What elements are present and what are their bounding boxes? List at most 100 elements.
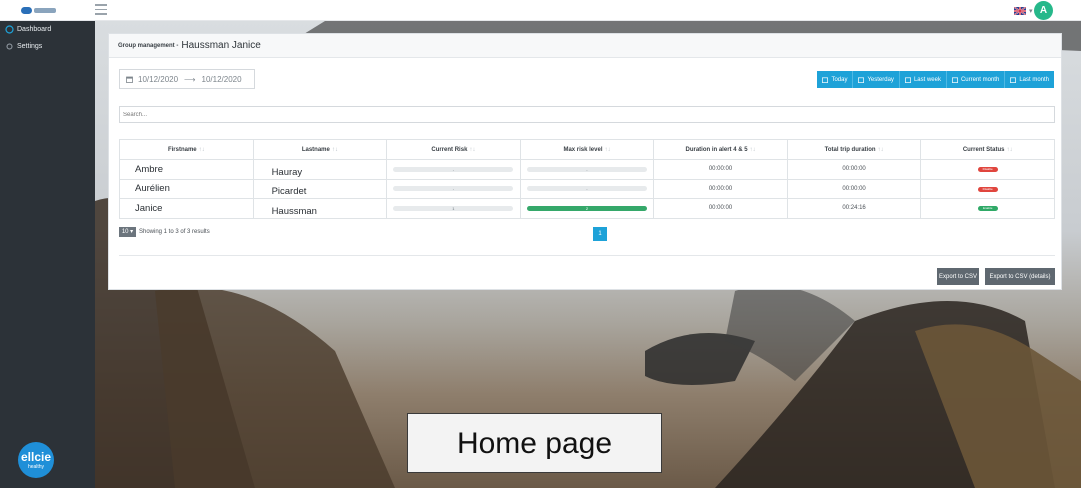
current-risk-bar: 1 [393,205,514,211]
today-button[interactable]: Today [817,71,854,88]
button-label: Last week [913,76,941,83]
gear-icon [6,43,13,50]
results-text: Showing 1 to 3 of 3 results [139,229,210,235]
dashboard-icon [5,25,14,34]
home-page-caption: Home page [407,413,662,473]
firstname: Aurélien [135,183,170,195]
search-input[interactable] [119,106,1055,123]
column-header-lastname[interactable]: Lastname ↑↓ [252,139,388,160]
brand-subtitle: healthy [27,464,45,470]
sidebar-item-label: Dashboard [17,26,52,33]
current-risk-cell: - [386,159,521,180]
button-label: Yesterday [867,76,894,83]
sort-icon: ↑↓ [1006,146,1013,153]
column-label: Current Status [962,146,1005,153]
current-risk-cell: 1 [386,198,521,219]
button-label: Current month [960,76,1000,83]
max-risk-bar: - [526,166,647,172]
column-header-duration-alert[interactable]: Duration in alert 4 & 5 ↑↓ [653,139,788,160]
group-management-card: Group management - Haussman Janice 10/12… [108,33,1062,290]
uk-flag-icon[interactable] [1014,7,1026,15]
last-month-button[interactable]: Last month [1005,71,1054,88]
firstname: Janice [135,202,163,214]
lastname: Haussman [271,205,317,217]
table-row[interactable]: Ambre Hauray - - 00:00:00 00:00:00 Disab… [119,159,1055,180]
firstname-cell: Ambre [119,159,254,180]
language-caret-icon[interactable]: ▾ [1029,7,1033,15]
max-risk-cell: 2 [519,198,655,219]
table-header-row: Firstname ↑↓ Lastname ↑↓ Current Risk ↑↓ Ma… [119,139,1055,160]
range-arrow-icon: ⟶ [184,74,196,84]
chevron-down-icon: ▾ [130,229,134,235]
column-label: Duration in alert 4 & 5 [685,146,748,153]
column-label: Current Risk [431,146,468,153]
lastname: Picardet [271,186,307,198]
current-month-button[interactable]: Current month [947,71,1006,88]
yesterday-button[interactable]: Yesterday [853,71,900,88]
quick-range-group: Today Yesterday Last week Current month … [817,71,1054,88]
sidebar-item-label: Settings [17,43,43,50]
max-risk-bar: - [526,186,647,192]
column-label: Total trip duration [824,146,876,153]
current-risk-bar: - [393,166,514,172]
max-risk-bar: 2 [526,205,647,211]
column-header-firstname[interactable]: Firstname ↑↓ [119,139,254,160]
top-bar: ▾ A [0,0,1081,21]
button-label: Today [831,76,848,83]
column-label: Max risk level [563,146,603,153]
wellcie-logo[interactable] [20,3,58,17]
last-week-button[interactable]: Last week [900,71,947,88]
page-size-value: 10 [121,229,129,235]
column-header-status[interactable]: Current Status ↑↓ [920,139,1055,160]
column-header-max-risk[interactable]: Max risk level ↑↓ [519,139,655,160]
calendar-icon [822,76,829,83]
firstname: Ambre [135,163,163,175]
calendar-icon [126,76,133,83]
duration-alert-cell: 00:00:00 [653,159,788,180]
calendar-icon [904,76,911,83]
table-row[interactable]: Janice Haussman 1 2 00:00:00 00:24:16 En… [119,198,1055,219]
page-size-select[interactable]: 10 ▾ [119,227,136,237]
total-trip-cell: 00:00:00 [786,178,922,199]
pagination-info: 10 ▾ Showing 1 to 3 of 3 results [119,227,210,237]
page-button[interactable]: 1 [593,227,607,241]
export-csv-details-button[interactable]: Export to CSV (details) [985,268,1055,285]
firstname-cell: Janice [119,198,254,219]
status-badge: Enable [977,206,998,212]
lastname-cell: Picardet [252,178,388,199]
column-header-total-trip[interactable]: Total trip duration ↑↓ [786,139,922,160]
export-csv-button[interactable]: Export to CSV [937,268,979,285]
date-range-picker[interactable]: 10/12/2020 ⟶ 10/12/2020 [119,69,255,89]
total-trip-cell: 00:00:00 [786,159,922,180]
sidebar-item-dashboard[interactable]: Dashboard [0,21,95,38]
current-risk-bar: - [393,186,514,192]
max-risk-cell: - [519,159,655,180]
hamburger-icon[interactable] [95,4,107,15]
column-label: Firstname [167,146,197,153]
page-title: Haussman Janice [181,40,261,51]
max-risk-cell: - [519,178,655,199]
duration-alert-cell: 00:00:00 [653,198,788,219]
firstname-cell: Aurélien [119,178,254,199]
sort-icon: ↑↓ [331,146,338,153]
button-label: Last month [1019,76,1049,83]
avatar[interactable]: A [1034,1,1053,20]
table-row[interactable]: Aurélien Picardet - - 00:00:00 00:00:00 … [119,178,1055,199]
brand-title: ellcie [20,450,52,464]
breadcrumb: Group management - [118,42,179,49]
status-badge: Disable [977,186,998,192]
status-cell: Enable [920,198,1055,219]
calendar-icon [858,76,865,83]
sort-icon: ↑↓ [604,146,611,153]
sort-icon: ↑↓ [469,146,476,153]
users-table: Firstname ↑↓ Lastname ↑↓ Current Risk ↑↓ Ma… [119,139,1055,219]
status-cell: Disable [920,178,1055,199]
duration-alert-cell: 00:00:00 [653,178,788,199]
current-risk-cell: - [386,178,521,199]
calendar-icon [952,76,958,83]
sort-icon: ↑↓ [198,146,205,153]
column-header-current-risk[interactable]: Current Risk ↑↓ [386,139,521,160]
sidebar-item-settings[interactable]: Settings [0,38,95,55]
column-label: Lastname [301,146,330,153]
date-start: 10/12/2020 [138,74,179,84]
